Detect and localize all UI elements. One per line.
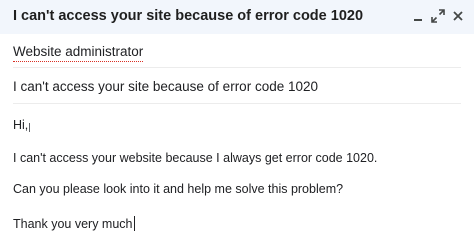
recipient-chip[interactable]: Website administrator bbox=[13, 44, 144, 62]
message-body[interactable]: Hi, I can't access your website because … bbox=[13, 103, 461, 240]
window-controls bbox=[410, 6, 466, 26]
body-greeting: Hi, bbox=[13, 118, 29, 132]
recipients-field[interactable]: Website administrator bbox=[13, 34, 461, 68]
body-greeting-line: Hi, bbox=[13, 118, 31, 133]
body-closing-line: Thank you very much bbox=[13, 216, 135, 232]
text-cursor bbox=[133, 216, 135, 231]
body-paragraph-1: I can't access your website because I al… bbox=[13, 151, 378, 165]
body-closing: Thank you very much bbox=[13, 217, 133, 231]
subject-input[interactable]: I can't access your site because of erro… bbox=[13, 79, 318, 94]
body-paragraph-2: Can you please look into it and help me … bbox=[13, 182, 344, 196]
spell-marker bbox=[29, 123, 31, 132]
close-button[interactable] bbox=[450, 6, 466, 26]
minimize-icon bbox=[414, 19, 422, 21]
compose-window-title: I can't access your site because of erro… bbox=[13, 8, 364, 24]
popout-button[interactable] bbox=[430, 6, 446, 26]
popout-icon bbox=[431, 9, 445, 23]
compose-titlebar[interactable]: I can't access your site because of erro… bbox=[0, 0, 474, 34]
minimize-button[interactable] bbox=[410, 6, 426, 26]
compose-window: I can't access your site because of erro… bbox=[0, 0, 474, 240]
subject-field[interactable]: I can't access your site because of erro… bbox=[13, 67, 461, 104]
close-icon bbox=[453, 11, 463, 21]
